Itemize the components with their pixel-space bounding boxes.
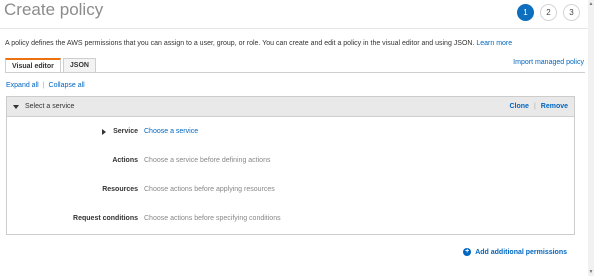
- actions-label: Actions: [112, 157, 138, 164]
- collapse-all-link[interactable]: Collapse all: [49, 82, 85, 89]
- resources-label: Resources: [102, 186, 138, 193]
- import-managed-policy-link[interactable]: Import managed policy: [513, 59, 584, 66]
- panel-title: Select a service: [25, 103, 75, 110]
- scrollbar[interactable]: ▲ ▼: [588, 0, 594, 276]
- service-label: Service: [113, 128, 138, 135]
- permission-panel: Select a service Clone | Remove Service …: [6, 96, 575, 235]
- intro-text: A policy defines the AWS permissions tha…: [5, 40, 512, 47]
- toolbar-separator: |: [42, 82, 45, 89]
- choose-service-link[interactable]: Choose a service: [144, 128, 198, 135]
- resources-row: Resources Choose actions before applying…: [7, 186, 574, 193]
- panel-header[interactable]: Select a service Clone | Remove: [7, 97, 574, 117]
- panel-actions: Clone | Remove: [509, 103, 568, 110]
- scroll-down-icon[interactable]: ▼: [588, 268, 594, 276]
- page-title: Create policy: [4, 0, 104, 19]
- request-conditions-label: Request conditions: [73, 215, 138, 222]
- service-label-wrap: Service: [7, 128, 144, 135]
- step-2[interactable]: 2: [540, 4, 557, 21]
- actions-separator: |: [533, 103, 536, 110]
- request-conditions-hint: Choose actions before specifying conditi…: [144, 215, 281, 222]
- actions-hint: Choose a service before defining actions: [144, 157, 271, 164]
- expand-collapse-toolbar: Expand all | Collapse all: [6, 82, 85, 89]
- editor-tabs: Visual editor JSON: [5, 58, 98, 72]
- add-additional-permissions-button[interactable]: + Add additional permissions: [463, 248, 567, 256]
- scroll-up-icon[interactable]: ▲: [588, 0, 594, 8]
- intro-description: A policy defines the AWS permissions tha…: [5, 40, 475, 47]
- learn-more-link[interactable]: Learn more: [476, 40, 512, 47]
- actions-row: Actions Choose a service before defining…: [7, 157, 574, 164]
- step-indicator: 1 2 3: [517, 4, 580, 21]
- step-1[interactable]: 1: [517, 4, 534, 21]
- resources-hint: Choose actions before applying resources: [144, 186, 275, 193]
- caret-right-icon[interactable]: [102, 128, 107, 135]
- add-permissions-label: Add additional permissions: [475, 248, 567, 256]
- remove-link[interactable]: Remove: [541, 103, 568, 110]
- tab-json[interactable]: JSON: [62, 58, 96, 72]
- step-3[interactable]: 3: [563, 4, 580, 21]
- caret-down-icon[interactable]: [13, 104, 19, 109]
- clone-link[interactable]: Clone: [509, 103, 528, 110]
- header-divider: [0, 28, 588, 29]
- request-conditions-row: Request conditions Choose actions before…: [7, 215, 574, 222]
- tab-visual-editor[interactable]: Visual editor: [5, 58, 61, 72]
- tabs-divider: [5, 72, 585, 73]
- service-row: Service Choose a service: [7, 128, 574, 135]
- expand-all-link[interactable]: Expand all: [6, 82, 39, 89]
- plus-circle-icon: +: [463, 248, 472, 256]
